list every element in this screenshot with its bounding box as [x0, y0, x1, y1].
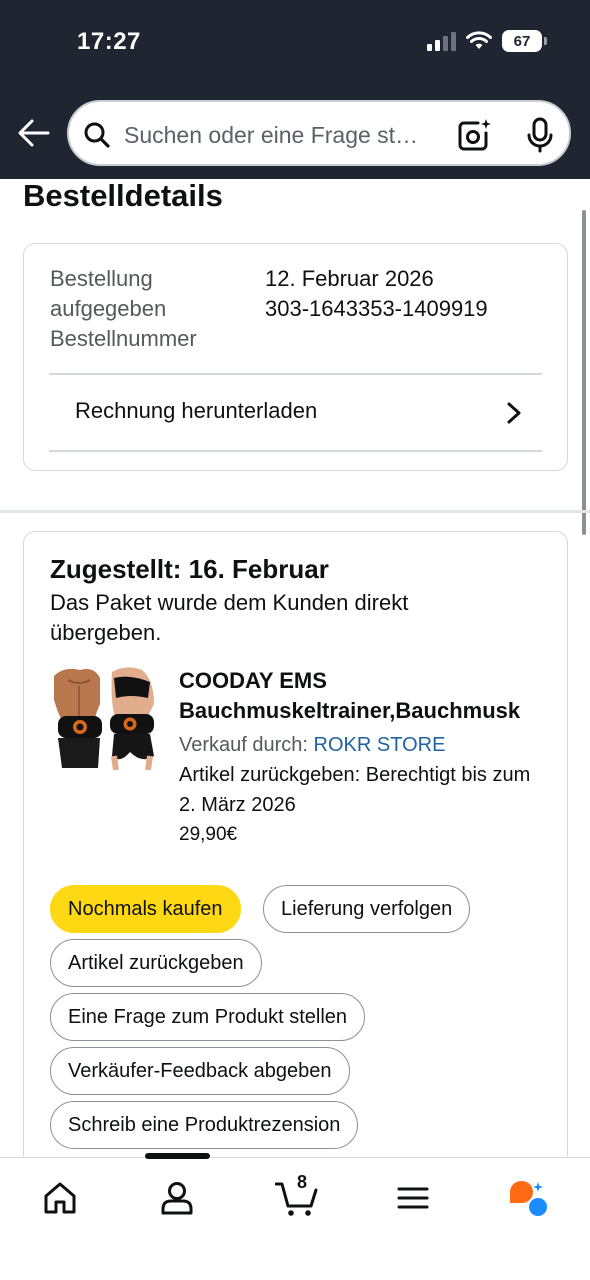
seller-line: Verkauf durch: ROKR STORE — [179, 730, 445, 760]
page-title: Bestelldetails — [23, 178, 223, 213]
product-title-line1: COODAY EMS — [179, 668, 327, 693]
top-header: 17:27 67 — [0, 0, 590, 179]
product-image[interactable] — [50, 664, 156, 770]
order-placed-label: Bestellung aufgegeben — [50, 266, 167, 321]
seller-prefix: Verkauf durch: — [179, 734, 308, 756]
bottom-navigation: 8 — [0, 1153, 590, 1280]
section-separator — [0, 510, 590, 513]
cart-count-badge: 8 — [296, 1172, 307, 1192]
camera-search-icon[interactable] — [456, 117, 492, 153]
track-package-button[interactable]: Lieferung verfolgen — [263, 885, 471, 933]
scrollbar[interactable] — [582, 210, 586, 535]
download-invoice-row[interactable]: Rechnung herunterladen — [49, 374, 542, 452]
rufus-assistant-icon[interactable] — [509, 1178, 549, 1218]
menu-icon[interactable] — [393, 1178, 433, 1218]
ask-question-button[interactable]: Eine Frage zum Produkt stellen — [50, 993, 366, 1041]
chevron-right-icon — [507, 402, 521, 424]
order-placed-date: 12. Februar 2026 — [265, 266, 434, 291]
divider — [49, 450, 542, 452]
search-input[interactable] — [124, 122, 444, 149]
product-title[interactable]: COODAY EMS Bauchmuskeltrainer,Bauchmusk — [179, 666, 559, 726]
order-number: 303-1643353-1409919 — [265, 296, 488, 321]
search-bar[interactable] — [67, 100, 571, 166]
order-summary-card: Bestellung aufgegeben 12. Februar 2026 B… — [23, 243, 568, 471]
write-review-button[interactable]: Schreib eine Produktrezension — [50, 1101, 359, 1149]
delivery-status-detail: Das Paket wurde dem Kunden direkt überge… — [50, 590, 409, 645]
status-icons: 67 — [426, 30, 547, 52]
buy-again-button[interactable]: Nochmals kaufen — [50, 885, 241, 933]
home-icon[interactable] — [40, 1178, 80, 1218]
cart-button[interactable]: 8 — [275, 1172, 319, 1218]
microphone-icon[interactable] — [525, 117, 555, 153]
download-invoice-label: Rechnung herunterladen — [75, 398, 318, 423]
battery-indicator: 67 — [502, 30, 547, 52]
return-eligibility: Artikel zurückgeben: Berechtigt bis zum … — [179, 764, 531, 816]
order-number-label: Bestellnummer — [50, 326, 197, 351]
product-title-line2: Bauchmuskeltrainer,Bauchmusk — [179, 698, 521, 723]
signal-icon — [427, 32, 456, 51]
seller-feedback-button[interactable]: Verkäufer-Feedback abgeben — [50, 1047, 350, 1095]
status-time: 17:27 — [77, 28, 141, 55]
delivery-status-title: Zugestellt: 16. Februar — [50, 554, 329, 584]
account-icon[interactable] — [157, 1178, 197, 1218]
back-arrow-icon[interactable] — [17, 116, 51, 150]
return-item-button[interactable]: Artikel zurückgeben — [50, 939, 262, 987]
wifi-icon — [466, 31, 492, 49]
search-icon — [84, 122, 110, 148]
tab-indicator — [145, 1153, 210, 1159]
seller-link[interactable]: ROKR STORE — [314, 734, 446, 756]
product-price: 29,90€ — [179, 824, 238, 845]
